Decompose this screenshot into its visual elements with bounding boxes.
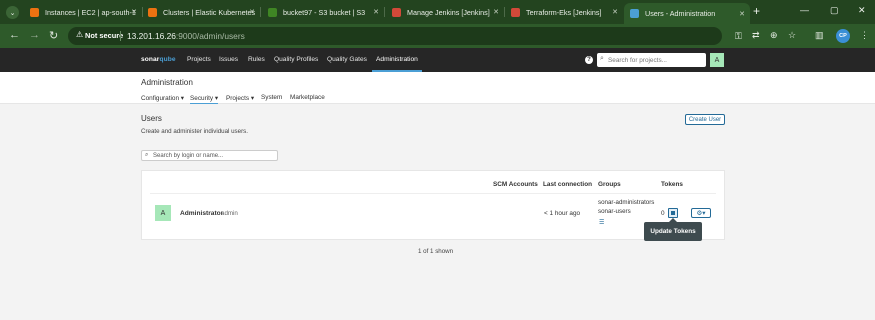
nav-issues[interactable]: Issues <box>219 56 238 63</box>
bookmark-star-icon[interactable]: ☆ <box>788 30 796 41</box>
tab-title: Instances | EC2 | ap-south-1 <box>45 7 136 17</box>
section-description: Create and administer individual users. <box>141 128 248 135</box>
zoom-icon[interactable]: ⊕ <box>770 30 778 41</box>
update-tokens-icon[interactable] <box>668 208 678 218</box>
tab-title: Users - Administration <box>645 9 716 18</box>
tab-close-icon[interactable]: ✕ <box>249 8 255 16</box>
tab-search-chevron-icon[interactable]: ⌄ <box>6 6 19 19</box>
user-actions-gear-button[interactable]: ⚙▾ <box>691 208 711 218</box>
maximize-icon[interactable]: ▢ <box>830 5 839 16</box>
user-search-input[interactable]: ⌕ Search by login or name... <box>141 150 278 161</box>
address-bar[interactable]: ⚠ Not secure 13.201.16.26:9000/admin/use… <box>68 27 742 45</box>
column-header-groups: Groups <box>598 181 621 188</box>
translate-icon[interactable]: ⇄ <box>752 30 760 41</box>
nav-quality-profiles[interactable]: Quality Profiles <box>274 56 318 63</box>
search-icon: ⌕ <box>600 55 604 62</box>
global-search-input[interactable]: ⌕ Search for projects... <box>597 53 706 67</box>
aws-favicon-icon <box>148 7 157 17</box>
tab-users-administration[interactable]: Users - Administration ✕ <box>624 3 750 24</box>
user-login: admin <box>221 210 238 217</box>
new-tab-plus-icon[interactable]: + <box>753 4 760 18</box>
sonarqube-favicon-icon <box>630 9 639 18</box>
warning-icon: ⚠ <box>76 30 84 39</box>
nav-administration[interactable]: Administration <box>376 56 418 63</box>
side-panel-icon[interactable]: ▥ <box>815 30 824 41</box>
column-header-last-connection: Last connection <box>543 181 593 188</box>
window-close-icon[interactable]: ✕ <box>858 5 866 16</box>
table-divider <box>150 193 716 194</box>
tab-eks-clusters[interactable]: Clusters | Elastic Kubernetes ✕ <box>142 3 260 21</box>
s3-favicon-icon <box>268 7 277 17</box>
jenkins-favicon-icon <box>511 7 520 17</box>
logo-text-qube: qube <box>159 56 176 63</box>
group-item: sonar-users <box>598 208 631 215</box>
user-row-avatar: A <box>155 205 171 221</box>
tokens-count: 0 <box>661 210 665 217</box>
subnav-projects[interactable]: Projects ▾ <box>226 94 254 102</box>
logo-text-sonar: sonar <box>141 56 160 63</box>
sonarqube-logo[interactable]: sonarqube <box>141 56 176 63</box>
subnav-system[interactable]: System <box>261 94 282 101</box>
tab-separator <box>260 7 261 17</box>
search-placeholder: Search by login or name... <box>153 153 224 159</box>
key-icon[interactable]: ⚿ <box>735 31 742 42</box>
page-title: Administration <box>141 78 193 87</box>
omnibox-divider <box>120 31 121 41</box>
nav-rules[interactable]: Rules <box>248 56 265 63</box>
nav-quality-gates[interactable]: Quality Gates <box>327 56 367 63</box>
aws-favicon-icon <box>30 7 39 17</box>
tab-title: Terraform-Eks [Jenkins] <box>526 7 602 17</box>
column-header-tokens: Tokens <box>661 181 683 188</box>
subnav-configuration[interactable]: Configuration ▾ <box>141 94 184 102</box>
results-count: 1 of 1 shown <box>418 248 454 255</box>
tab-close-icon[interactable]: ✕ <box>493 8 499 16</box>
help-icon[interactable]: ? <box>585 56 593 64</box>
url-text[interactable]: 13.201.16.26:9000/admin/users <box>127 31 245 41</box>
section-title: Users <box>141 114 162 123</box>
search-icon: ⌕ <box>145 152 149 158</box>
forward-arrow-icon[interactable]: → <box>29 29 40 41</box>
tab-title: Clusters | Elastic Kubernetes <box>163 7 256 17</box>
jenkins-favicon-icon <box>392 7 401 17</box>
tab-manage-jenkins[interactable]: Manage Jenkins [Jenkins] ✕ <box>386 3 504 21</box>
tab-close-icon[interactable]: ✕ <box>373 8 379 16</box>
edit-groups-list-icon[interactable]: ☰ <box>599 219 604 226</box>
group-item: sonar-administrators <box>598 199 655 206</box>
administration-header <box>0 72 875 104</box>
browser-tab-bar: ⌄ Instances | EC2 | ap-south-1 ✕ Cluster… <box>0 0 875 24</box>
tab-close-icon[interactable]: ✕ <box>131 8 137 16</box>
url-path: :9000/admin/users <box>175 30 245 41</box>
subnav-security[interactable]: Security ▾ <box>190 94 219 104</box>
url-host: 13.201.16.26 <box>127 30 176 41</box>
profile-avatar[interactable]: CP <box>836 29 850 43</box>
user-name: Administrator <box>180 210 224 217</box>
last-connection: < 1 hour ago <box>544 210 581 217</box>
gear-icon: ⚙▾ <box>696 210 706 217</box>
tab-close-icon[interactable]: ✕ <box>739 10 745 18</box>
subnav-marketplace[interactable]: Marketplace <box>290 94 325 101</box>
column-header-scm-accounts: SCM Accounts <box>493 181 538 188</box>
more-menu-icon[interactable]: ⋮ <box>860 30 869 41</box>
sonarqube-navbar: sonarqube Projects Issues Rules Quality … <box>0 48 875 72</box>
update-tokens-tooltip: Update Tokens <box>644 218 702 241</box>
tab-s3-bucket[interactable]: bucket97 - S3 bucket | S3 ✕ <box>262 3 384 21</box>
tab-title: bucket97 - S3 bucket | S3 <box>283 7 366 17</box>
tab-ec2-instances[interactable]: Instances | EC2 | ap-south-1 ✕ <box>24 3 142 21</box>
tab-close-icon[interactable]: ✕ <box>612 8 618 16</box>
create-user-button[interactable]: Create User <box>685 114 725 125</box>
tab-title: Manage Jenkins [Jenkins] <box>407 7 490 17</box>
not-secure-label[interactable]: Not secure <box>85 31 123 40</box>
nav-projects[interactable]: Projects <box>187 56 211 63</box>
tab-separator <box>384 7 385 17</box>
tab-terraform-eks[interactable]: Terraform-Eks [Jenkins] ✕ <box>505 3 623 21</box>
search-placeholder: Search for projects... <box>608 56 667 64</box>
minimize-icon[interactable]: — <box>800 5 809 15</box>
user-avatar[interactable]: A <box>710 53 724 67</box>
browser-toolbar: ← → ↻ ⚠ Not secure 13.201.16.26:9000/adm… <box>0 24 875 48</box>
reload-icon[interactable]: ↻ <box>49 29 58 42</box>
back-arrow-icon[interactable]: ← <box>9 29 20 41</box>
